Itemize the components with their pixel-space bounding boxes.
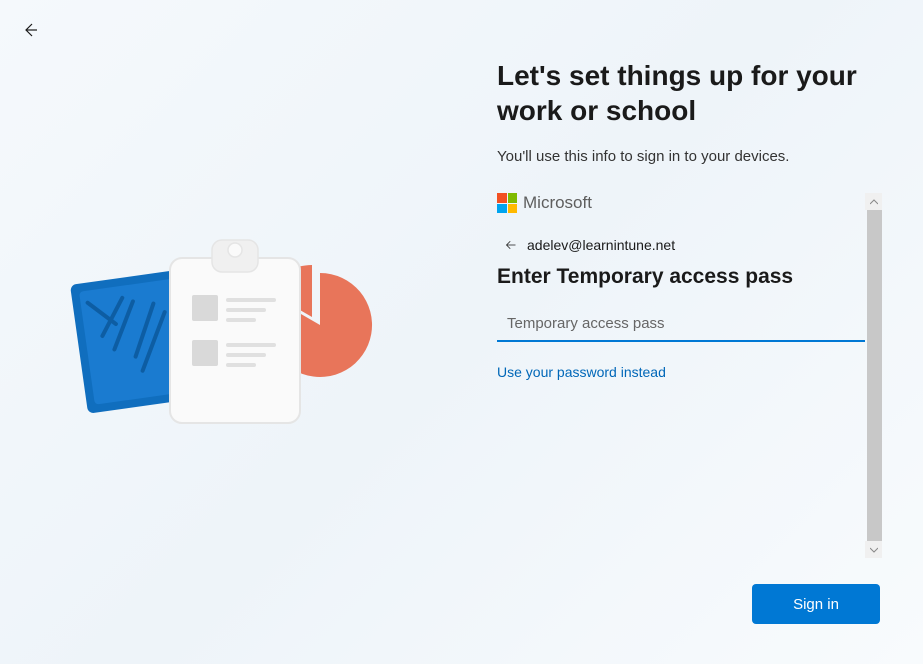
scroll-up-button[interactable] bbox=[865, 193, 882, 210]
temporary-access-pass-input[interactable] bbox=[497, 307, 865, 342]
brand-label: Microsoft bbox=[523, 193, 592, 213]
auth-frame: Microsoft adelev@learnintune.net Enter T… bbox=[497, 193, 882, 558]
microsoft-logo-icon bbox=[497, 193, 517, 213]
arrow-left-icon bbox=[22, 22, 38, 38]
auth-prompt-title: Enter Temporary access pass bbox=[497, 265, 882, 289]
account-email: adelev@learnintune.net bbox=[527, 237, 675, 253]
scroll-down-button[interactable] bbox=[865, 541, 882, 558]
arrow-left-icon bbox=[505, 239, 517, 251]
page-subtitle: You'll use this info to sign in to your … bbox=[497, 148, 882, 165]
back-button[interactable] bbox=[20, 20, 40, 40]
chevron-up-icon bbox=[870, 199, 878, 205]
setup-illustration bbox=[60, 230, 400, 440]
content-panel: Let's set things up for your work or sch… bbox=[497, 58, 882, 558]
scroll-thumb[interactable] bbox=[867, 210, 882, 541]
account-switch-button[interactable]: adelev@learnintune.net bbox=[505, 237, 882, 253]
brand-row: Microsoft bbox=[497, 193, 882, 213]
scrollbar[interactable] bbox=[865, 193, 882, 558]
use-password-link[interactable]: Use your password instead bbox=[497, 364, 666, 380]
sign-in-button[interactable]: Sign in bbox=[752, 584, 880, 624]
page-title: Let's set things up for your work or sch… bbox=[497, 58, 882, 128]
chevron-down-icon bbox=[870, 547, 878, 553]
